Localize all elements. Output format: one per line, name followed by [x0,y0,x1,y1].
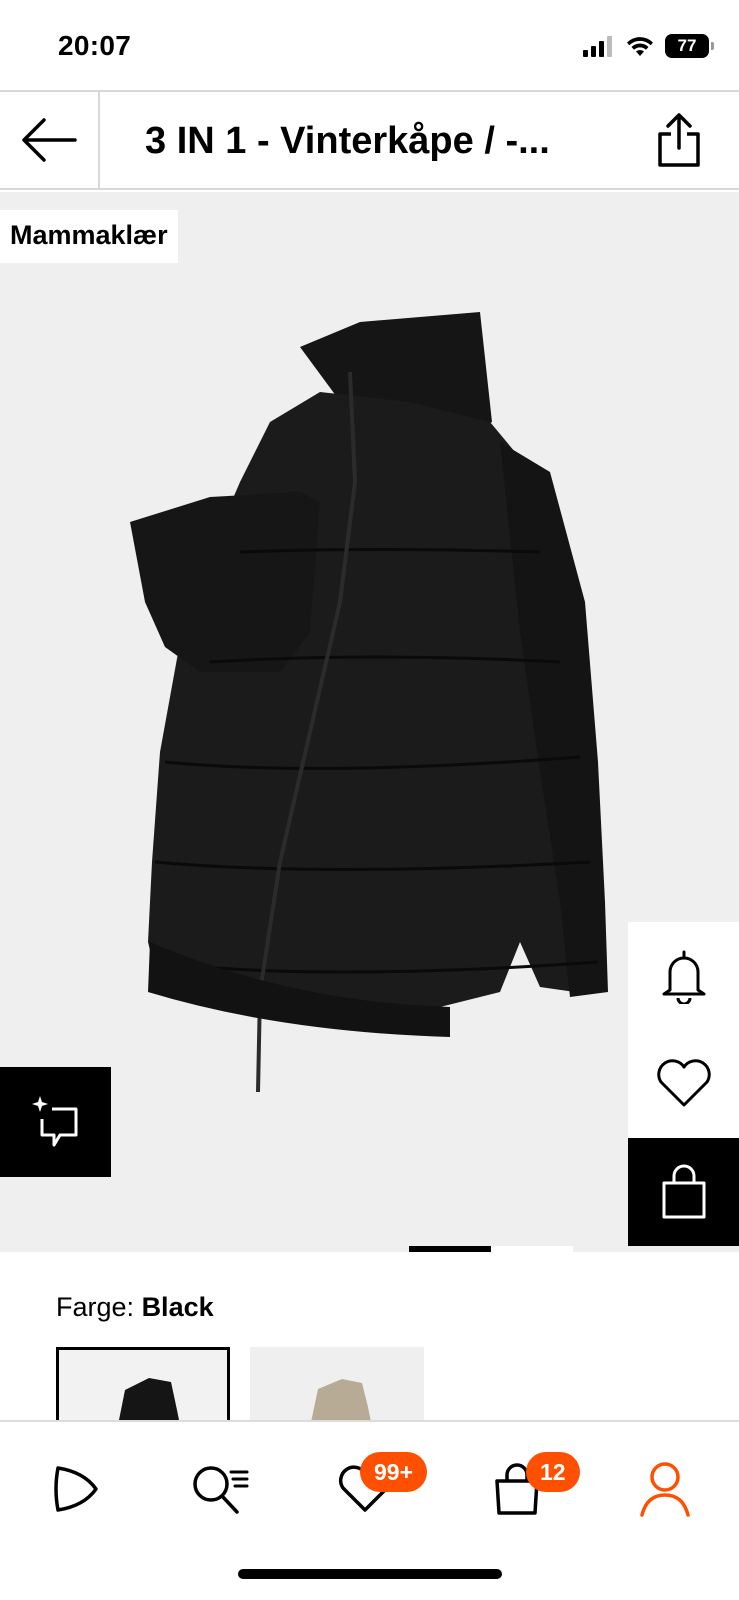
carousel-dot [491,1246,573,1252]
back-button[interactable] [0,92,100,188]
nav-search[interactable] [185,1454,255,1524]
wishlist-count-badge: 99+ [360,1452,428,1492]
wifi-icon [627,37,653,56]
home-indicator [238,1569,502,1579]
sparkle-chat-icon [31,1096,77,1147]
page-title: 3 IN 1 - Vinterkåpe / -... [145,120,550,162]
color-label-row: Farge: Black [56,1292,214,1323]
side-actions [628,922,739,1246]
nav-profile[interactable] [630,1454,700,1524]
color-label: Farge: [56,1292,135,1322]
color-swatch-black[interactable] [56,1347,230,1427]
nav-home[interactable] [40,1454,110,1524]
carousel-dot-active [409,1246,491,1252]
product-image-carousel[interactable]: Mammaklær [0,192,739,1252]
nav-wishlist[interactable]: 99+ [330,1452,428,1524]
swatch-thumbnail [310,1379,372,1427]
heart-icon [656,1059,711,1107]
cart-count-badge: 12 [526,1452,580,1492]
color-value: Black [141,1292,214,1322]
ai-assistant-button[interactable] [0,1067,111,1177]
notify-button[interactable] [628,922,739,1030]
top-header: 3 IN 1 - Vinterkåpe / -... [0,90,739,190]
home-play-icon [54,1466,98,1512]
nav-cart[interactable]: 12 [482,1452,580,1524]
color-swatches [56,1347,424,1427]
user-icon [640,1462,690,1517]
wishlist-button[interactable] [628,1030,739,1138]
add-to-bag-button[interactable] [628,1138,739,1246]
battery-icon: 77 [665,34,714,58]
swatch-thumbnail [117,1378,181,1427]
signal-icon [583,36,612,57]
share-icon [658,113,700,167]
shopping-bag-icon [662,1164,705,1219]
bell-icon [662,950,705,1004]
product-image-jacket [130,312,608,1093]
search-icon [193,1466,249,1514]
carousel-indicator [409,1246,573,1252]
share-button[interactable] [649,110,709,170]
color-swatch-beige[interactable] [250,1347,424,1427]
arrow-left-icon [22,118,77,162]
status-time: 20:07 [58,30,132,61]
category-tag: Mammaklær [0,210,178,263]
status-bar: 20:07 77 [0,0,739,90]
status-icons: 77 [583,32,714,60]
